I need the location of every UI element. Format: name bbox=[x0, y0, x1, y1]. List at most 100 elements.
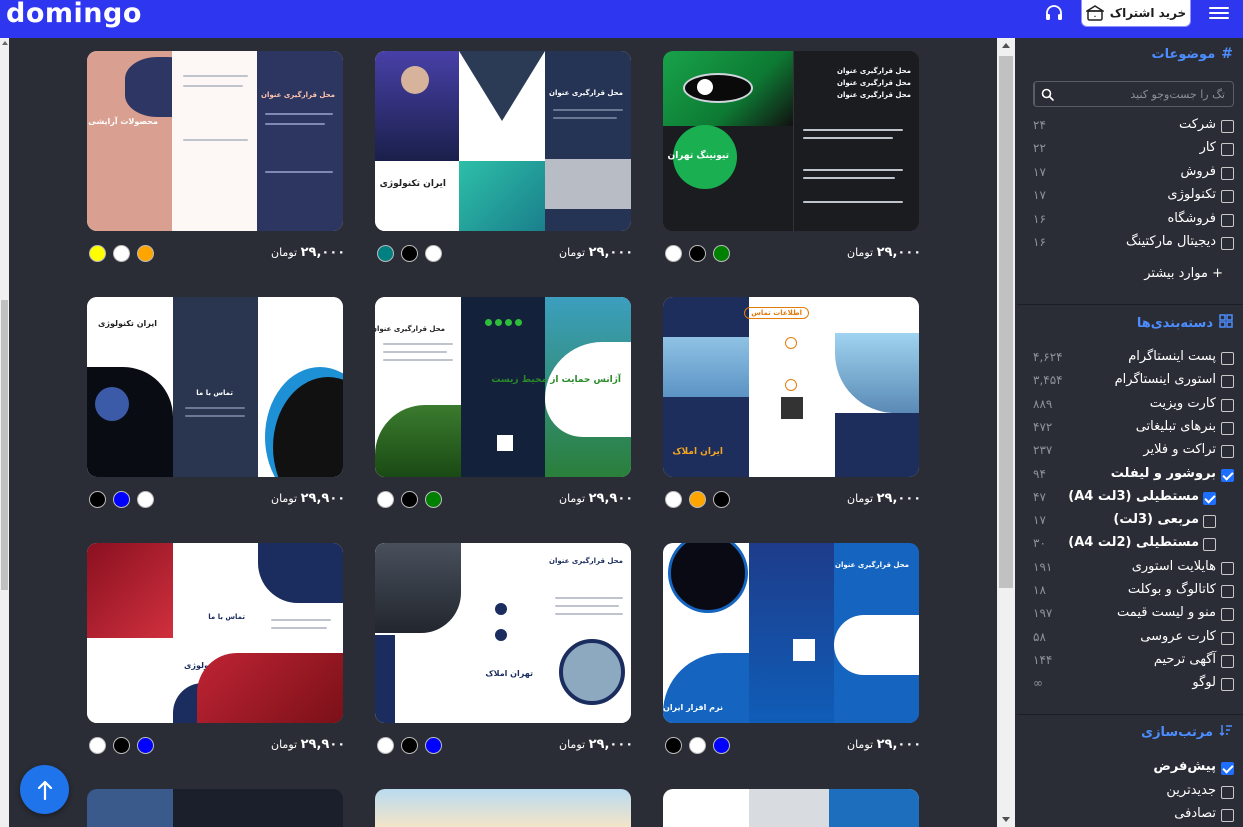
filter-checkbox[interactable] bbox=[1203, 491, 1216, 505]
filter-option[interactable]: فروش ۱۷ bbox=[1017, 163, 1243, 183]
filter-checkbox[interactable] bbox=[1221, 762, 1234, 775]
color-swatch[interactable] bbox=[377, 491, 394, 508]
filter-option[interactable]: دیجیتال مارکتینگ ۱۶ bbox=[1017, 233, 1243, 253]
page-scrollbar[interactable] bbox=[0, 38, 9, 827]
headset-icon[interactable] bbox=[1045, 5, 1063, 21]
hamburger-icon[interactable] bbox=[1209, 4, 1229, 22]
subscribe-button[interactable]: خرید اشتراک ۰ bbox=[1081, 0, 1191, 27]
filter-option[interactable]: تصادفی bbox=[1017, 805, 1243, 825]
grid-scrollbar-thumb[interactable] bbox=[999, 56, 1013, 588]
template-card-thumbnail[interactable]: تماس با ما ایران تکنولوژی bbox=[87, 543, 343, 723]
filter-checkbox[interactable] bbox=[1221, 143, 1234, 157]
color-swatch[interactable] bbox=[689, 245, 706, 262]
color-swatch[interactable] bbox=[401, 245, 418, 262]
filter-checkbox[interactable] bbox=[1221, 237, 1234, 250]
template-card-thumbnail[interactable] bbox=[663, 789, 919, 827]
color-swatch[interactable] bbox=[425, 737, 442, 754]
color-swatch[interactable] bbox=[137, 491, 154, 508]
filter-checkbox[interactable] bbox=[1221, 190, 1234, 204]
template-card-thumbnail[interactable] bbox=[87, 789, 343, 827]
template-card-thumbnail[interactable]: محل قرارگیری عنوان آژانس حمایت از محیط ز… bbox=[375, 297, 631, 477]
filter-checkbox[interactable] bbox=[1221, 785, 1234, 799]
tag-search-input[interactable] bbox=[1065, 85, 1225, 103]
color-swatch[interactable] bbox=[713, 245, 730, 262]
template-card-thumbnail[interactable]: نرم افزار ایران محل قرارگیری عنوان bbox=[663, 543, 919, 723]
filter-checkbox[interactable] bbox=[1221, 561, 1234, 575]
domingo-logo[interactable]: domingo bbox=[6, 0, 142, 30]
filter-option[interactable]: مستطیلی (3لت A4) ۴۷ bbox=[1017, 488, 1243, 508]
filter-option[interactable]: کارت ویزیت ۸۸۹ bbox=[1017, 395, 1243, 415]
color-swatch[interactable] bbox=[377, 245, 394, 262]
grid-scrollbar[interactable] bbox=[997, 38, 1015, 827]
filter-option[interactable]: تکنولوژی ۱۷ bbox=[1017, 186, 1243, 206]
filter-option[interactable]: مستطیلی (2لت A4) ۳۰ bbox=[1017, 534, 1243, 554]
filter-checkbox[interactable] bbox=[1221, 398, 1234, 412]
filter-checkbox[interactable] bbox=[1221, 631, 1234, 645]
filter-checkbox[interactable] bbox=[1203, 515, 1216, 529]
filter-option[interactable]: پست اینستاگرام ۴,۶۲۴ bbox=[1017, 348, 1243, 368]
filter-checkbox[interactable] bbox=[1221, 608, 1234, 622]
color-swatch[interactable] bbox=[425, 491, 442, 508]
template-card-thumbnail[interactable]: ایران تکنولوژی محل قرارگیری عنوان bbox=[375, 51, 631, 231]
filter-checkbox[interactable] bbox=[1221, 654, 1234, 668]
template-card-thumbnail[interactable]: تیونینگ تهران محل قرارگیری عنوان محل قرا… bbox=[663, 51, 919, 231]
template-card-thumbnail[interactable]: ایران تکنولوژی تماس با ما bbox=[87, 297, 343, 477]
color-swatch[interactable] bbox=[689, 491, 706, 508]
color-swatch[interactable] bbox=[713, 491, 730, 508]
color-swatch[interactable] bbox=[689, 737, 706, 754]
filter-option[interactable]: پیش‌فرض bbox=[1017, 758, 1243, 778]
color-swatch[interactable] bbox=[113, 491, 130, 508]
template-card-thumbnail[interactable]: تهران املاک محل قرارگیری عنوان bbox=[375, 543, 631, 723]
filter-checkbox[interactable] bbox=[1221, 120, 1234, 133]
color-swatch[interactable] bbox=[401, 737, 418, 754]
color-swatch[interactable] bbox=[665, 245, 682, 262]
filter-option[interactable]: منو و لیست قیمت ۱۹۷ bbox=[1017, 604, 1243, 624]
color-swatch[interactable] bbox=[665, 737, 682, 754]
filter-checkbox[interactable] bbox=[1203, 538, 1216, 552]
filter-checkbox[interactable] bbox=[1221, 352, 1234, 365]
filter-option[interactable]: لوگو ∞ bbox=[1017, 674, 1243, 694]
color-swatch[interactable] bbox=[113, 245, 130, 262]
more-topics-link[interactable]: + موارد بیشتر bbox=[1144, 266, 1223, 281]
filter-option[interactable]: آگهی ترحیم ۱۴۴ bbox=[1017, 651, 1243, 671]
filter-option[interactable]: بروشور و لیفلت ۹۴ bbox=[1017, 465, 1243, 485]
filter-option[interactable]: کارت عروسی ۵۸ bbox=[1017, 628, 1243, 648]
filter-checkbox[interactable] bbox=[1221, 213, 1234, 227]
template-card-thumbnail[interactable]: محصولات آرایشی و بهداشتی محل قرارگیری عن… bbox=[87, 51, 343, 231]
filter-option[interactable]: کار ۲۲ bbox=[1017, 139, 1243, 159]
color-swatch[interactable] bbox=[425, 245, 442, 262]
filter-checkbox[interactable] bbox=[1221, 375, 1234, 389]
color-swatch[interactable] bbox=[401, 491, 418, 508]
scroll-to-top-button[interactable] bbox=[20, 765, 69, 814]
page-scrollbar-thumb[interactable] bbox=[1, 300, 8, 590]
color-swatch[interactable] bbox=[113, 737, 130, 754]
filter-option[interactable]: فروشگاه ۱۶ bbox=[1017, 210, 1243, 230]
filter-option[interactable]: تراکت و فلایر ۲۳۷ bbox=[1017, 441, 1243, 461]
filter-checkbox[interactable] bbox=[1221, 809, 1234, 822]
filter-option[interactable]: استوری اینستاگرام ۳,۴۵۴ bbox=[1017, 371, 1243, 391]
filter-checkbox[interactable] bbox=[1221, 468, 1234, 482]
card-promo-text: تماس با ما bbox=[196, 389, 233, 397]
filter-checkbox[interactable] bbox=[1221, 445, 1234, 459]
color-swatch[interactable] bbox=[137, 245, 154, 262]
color-swatch[interactable] bbox=[89, 491, 106, 508]
filter-option[interactable]: جدیدترین bbox=[1017, 782, 1243, 802]
color-swatch[interactable] bbox=[89, 245, 106, 262]
filter-checkbox[interactable] bbox=[1221, 166, 1234, 180]
color-swatch[interactable] bbox=[137, 737, 154, 754]
filter-option[interactable]: کاتالوگ و بوکلت ۱۸ bbox=[1017, 581, 1243, 601]
color-swatch[interactable] bbox=[377, 737, 394, 754]
template-card-thumbnail[interactable]: ایران املاک اطلاعات تماس bbox=[663, 297, 919, 477]
filter-option[interactable]: مربعی (3لت) ۱۷ bbox=[1017, 511, 1243, 531]
color-swatch[interactable] bbox=[713, 737, 730, 754]
filter-checkbox[interactable] bbox=[1221, 421, 1234, 435]
color-swatch[interactable] bbox=[665, 491, 682, 508]
search-icon[interactable] bbox=[1034, 82, 1060, 106]
filter-option[interactable]: هایلایت استوری ۱۹۱ bbox=[1017, 558, 1243, 578]
filter-option[interactable]: شرکت ۲۴ bbox=[1017, 116, 1243, 136]
color-swatch[interactable] bbox=[89, 737, 106, 754]
template-card-thumbnail[interactable] bbox=[375, 789, 631, 827]
filter-option[interactable]: بنرهای تبلیغاتی ۴۷۲ bbox=[1017, 418, 1243, 438]
filter-checkbox[interactable] bbox=[1221, 678, 1234, 692]
filter-checkbox[interactable] bbox=[1221, 585, 1234, 598]
